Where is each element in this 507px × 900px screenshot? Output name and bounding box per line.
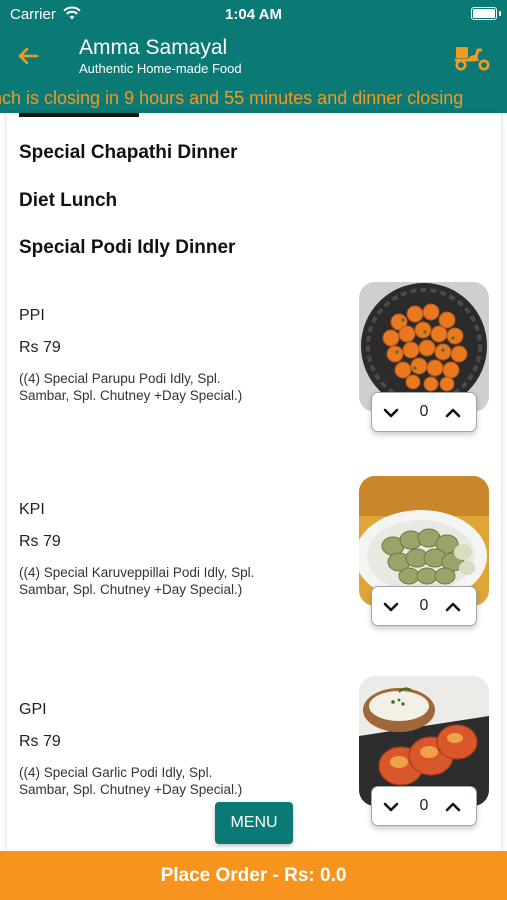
- chevron-up-icon[interactable]: [444, 798, 462, 816]
- menu-list[interactable]: Special Chapathi Dinner Diet Lunch Speci…: [7, 113, 501, 851]
- status-bar: Carrier 1:04 AM: [0, 0, 507, 30]
- category-special-chapathi-dinner[interactable]: Special Chapathi Dinner: [19, 142, 238, 164]
- place-order-button[interactable]: Place Order - Rs: 0.0: [0, 851, 507, 900]
- chevron-down-icon[interactable]: [382, 798, 400, 816]
- item-description: ((4) Special Karuveppillai Podi Idly, Sp…: [19, 565, 255, 597]
- category-diet-lunch[interactable]: Diet Lunch: [19, 190, 117, 212]
- ticker-text: nch is closing in 9 hours and 55 minutes…: [0, 88, 464, 108]
- category-special-podi-idly-dinner[interactable]: Special Podi Idly Dinner: [19, 237, 235, 259]
- quantity-value: 0: [419, 597, 429, 614]
- quantity-stepper: 0: [371, 586, 477, 626]
- scooter-icon[interactable]: [453, 41, 493, 73]
- quantity-value: 0: [419, 403, 429, 420]
- chevron-down-icon[interactable]: [382, 598, 400, 616]
- item-price: Rs 79: [19, 533, 61, 550]
- item-price: Rs 79: [19, 733, 61, 750]
- quantity-stepper: 0: [371, 392, 477, 432]
- chevron-up-icon[interactable]: [444, 598, 462, 616]
- item-description: ((4) Special Garlic Podi Idly, Spl. Samb…: [19, 765, 243, 797]
- item-name: PPI: [19, 307, 45, 324]
- menu-item: KPI Rs 79 ((4) Special Karuveppillai Pod…: [7, 476, 501, 686]
- menu-button[interactable]: MENU: [215, 802, 293, 844]
- closing-time-ticker: nch is closing in 9 hours and 55 minutes…: [0, 85, 507, 113]
- item-name: KPI: [19, 501, 45, 518]
- item-price: Rs 79: [19, 339, 61, 356]
- chevron-up-icon[interactable]: [444, 404, 462, 422]
- page-title: Amma Samayal: [79, 36, 228, 59]
- chevron-down-icon[interactable]: [382, 404, 400, 422]
- item-description: ((4) Special Parupu Podi Idly, Spl. Samb…: [19, 371, 243, 403]
- status-time: 1:04 AM: [225, 6, 282, 23]
- arrow-left-icon[interactable]: [12, 40, 44, 72]
- battery-tip: [499, 11, 501, 16]
- item-name: GPI: [19, 701, 47, 718]
- page-subtitle: Authentic Home-made Food: [79, 61, 242, 76]
- category-partial: [19, 113, 219, 117]
- app-header: Amma Samayal Authentic Home-made Food: [0, 30, 507, 85]
- battery-icon: [471, 7, 497, 20]
- quantity-stepper: 0: [371, 786, 477, 826]
- quantity-value: 0: [419, 797, 429, 814]
- menu-item: PPI Rs 79 ((4) Special Parupu Podi Idly,…: [7, 282, 501, 492]
